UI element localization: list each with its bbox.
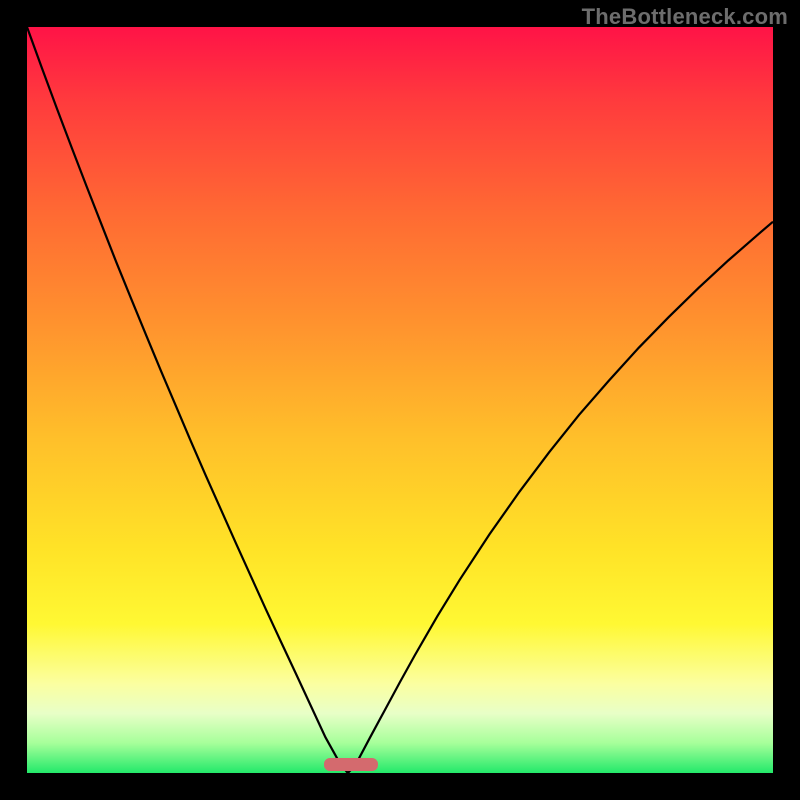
frame: TheBottleneck.com [0,0,800,800]
minimum-marker [324,758,378,771]
background-gradient [27,27,773,773]
plot-area [27,27,773,773]
